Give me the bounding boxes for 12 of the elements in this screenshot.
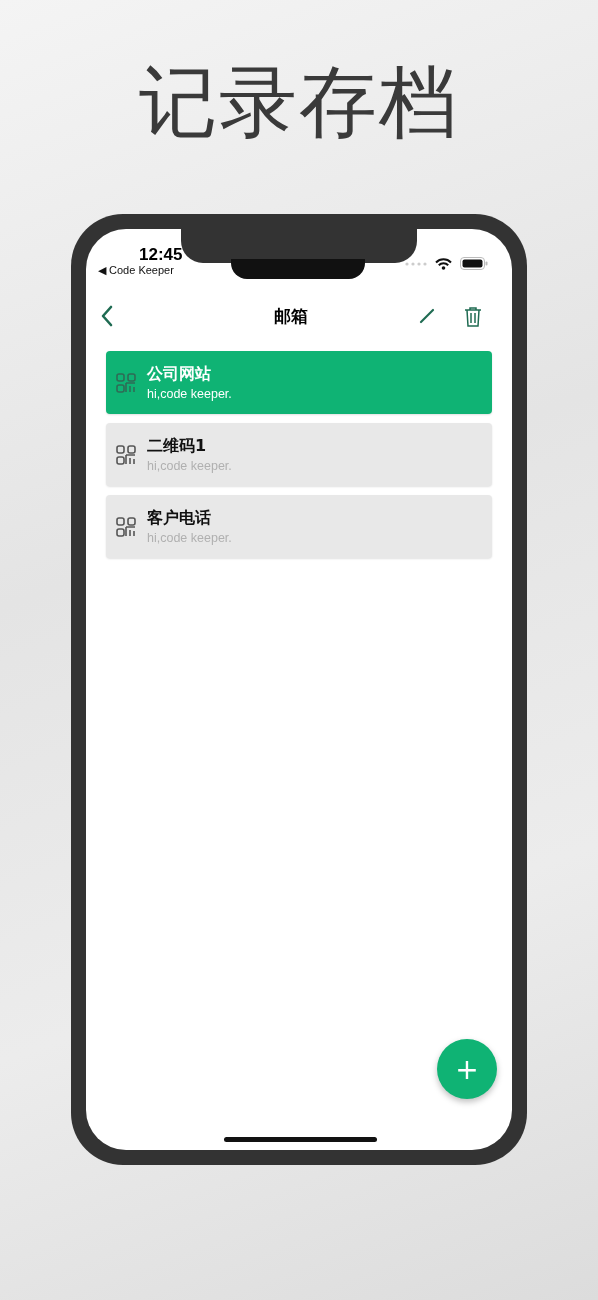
record-title: 二维码1 bbox=[147, 436, 208, 457]
record-title: 客户电话 bbox=[147, 508, 212, 529]
back-to-app-link[interactable]: ◀ Code Keeper bbox=[98, 264, 183, 277]
record-item[interactable]: 二维码1 hi,code keeper. bbox=[106, 423, 492, 486]
record-item[interactable]: 客户电话 hi,code keeper. bbox=[106, 495, 492, 558]
record-subtitle: hi,code keeper. bbox=[147, 531, 232, 545]
record-subtitle: hi,code keeper. bbox=[147, 459, 232, 473]
page-title: 邮箱 bbox=[272, 304, 309, 328]
headline: 记录存档 bbox=[139, 56, 459, 149]
status-time: 12:45 bbox=[138, 246, 183, 264]
record-subtitle: hi,code keeper. bbox=[147, 387, 232, 401]
record-title: 公司网站 bbox=[147, 364, 212, 385]
